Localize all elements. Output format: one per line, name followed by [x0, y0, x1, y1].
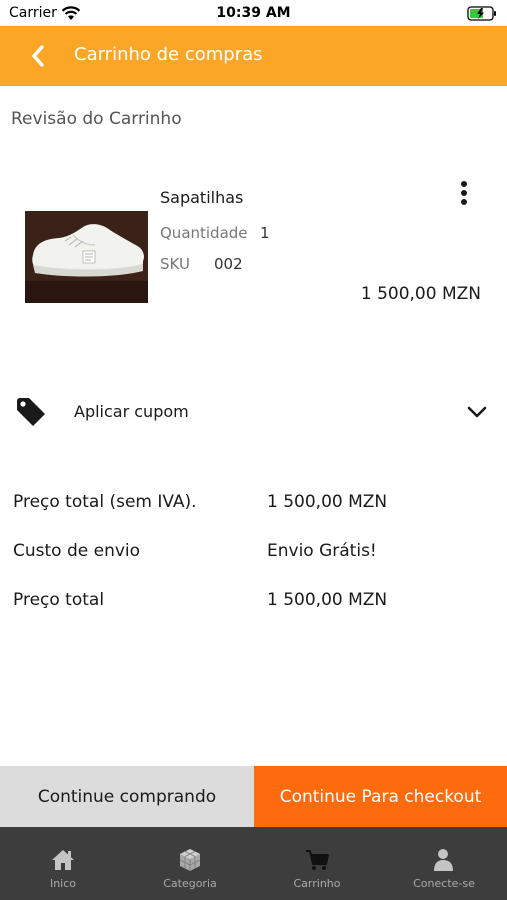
summary-value: 1 500,00 MZN: [267, 492, 388, 512]
tab-label: Conecte-se: [413, 877, 475, 890]
home-icon: [52, 850, 74, 870]
sneaker-illustration: [25, 211, 148, 303]
summary-label: Preço total: [13, 590, 105, 610]
continue-shopping-button[interactable]: Continue comprando: [0, 766, 254, 827]
page-title: Carrinho de compras: [74, 44, 263, 65]
product-image[interactable]: [25, 211, 148, 303]
apply-coupon-row[interactable]: Aplicar cupom: [0, 390, 507, 434]
status-time: 10:39 AM: [216, 5, 291, 21]
category-cube-icon: [179, 849, 201, 871]
status-bar: Carrier 10:39 AM: [0, 0, 507, 26]
tab-login[interactable]: Conecte-se: [381, 827, 507, 900]
tag-icon: [17, 398, 45, 426]
cart-item: Sapatilhas Quantidade 1 SKU 002 1 500,00…: [0, 160, 507, 340]
tab-home[interactable]: Inico: [0, 827, 126, 900]
tab-label: Inico: [49, 877, 77, 890]
cart-icon: [306, 850, 329, 870]
summary-label: Preço total (sem IVA).: [13, 492, 197, 512]
summary-row-total: Preço total 1 500,00 MZN: [0, 590, 507, 620]
tab-label: Categoria: [163, 877, 217, 890]
product-name: Sapatilhas: [160, 188, 244, 207]
item-price: 1 500,00 MZN: [360, 284, 481, 304]
bottom-tab-bar: Inico Categoria Carrinho Conecte-se: [0, 827, 507, 900]
summary-row-shipping: Custo de envio Envio Grátis!: [0, 541, 507, 571]
app-header: Carrinho de compras: [0, 26, 507, 86]
more-vertical-icon[interactable]: [452, 180, 476, 210]
checkout-button[interactable]: Continue Para checkout: [254, 766, 507, 827]
tab-label: Carrinho: [293, 877, 341, 890]
summary-value: 1 500,00 MZN: [267, 590, 388, 610]
user-icon: [434, 849, 453, 871]
sku-value: 002: [214, 255, 243, 273]
chevron-down-icon[interactable]: [466, 404, 488, 420]
battery-charging-icon: [467, 6, 496, 21]
summary-label: Custo de envio: [13, 541, 141, 561]
summary-value: Envio Grátis!: [267, 541, 377, 561]
summary-row-subtotal: Preço total (sem IVA). 1 500,00 MZN: [0, 492, 507, 522]
quantity-label: Quantidade: [160, 224, 248, 242]
sku-label: SKU: [160, 255, 190, 273]
section-title: Revisão do Carrinho: [11, 109, 182, 129]
quantity-value: 1: [260, 224, 270, 242]
chevron-left-icon[interactable]: [28, 42, 48, 70]
tab-category[interactable]: Categoria: [127, 827, 253, 900]
coupon-label: Aplicar cupom: [74, 402, 189, 421]
tab-cart[interactable]: Carrinho: [254, 827, 380, 900]
